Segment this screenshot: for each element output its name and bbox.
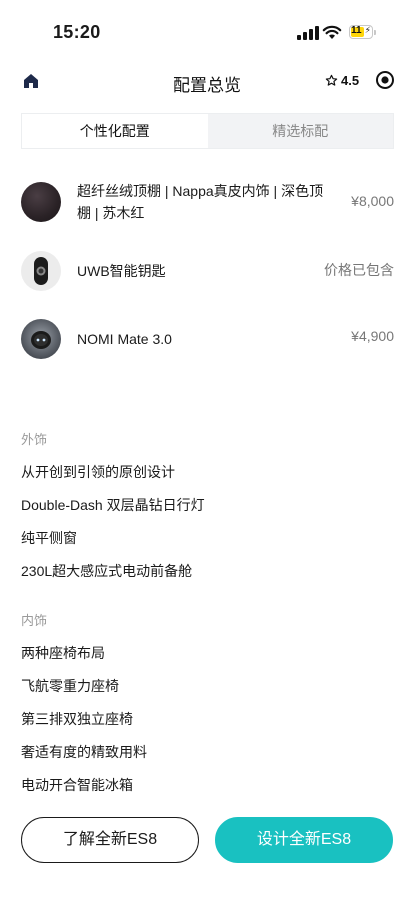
config-item-price: 价格已包含	[324, 262, 394, 278]
target-icon[interactable]	[375, 70, 395, 90]
interior-thumbnail	[21, 182, 61, 222]
section-title-interior: 内饰	[21, 613, 48, 628]
status-time: 15:20	[53, 22, 101, 42]
tab-personalized[interactable]: 个性化配置	[22, 114, 208, 148]
nomi-thumbnail	[21, 319, 61, 359]
config-item-nomi[interactable]: NOMI Mate 3.0 ¥4,900	[21, 318, 394, 360]
config-item-price: ¥8,000	[351, 193, 394, 209]
signal-icon	[297, 26, 319, 40]
rating-value: 4.5	[341, 73, 360, 88]
nav-header: 配置总览 4.5	[0, 60, 414, 104]
design-es8-button[interactable]: 设计全新ES8	[215, 817, 393, 863]
star-icon	[325, 74, 338, 86]
config-item-name: UWB智能钥匙	[77, 263, 166, 279]
status-bar: 15:20 11 ⚡	[0, 0, 414, 60]
feature-item: 电动开合智能冰箱	[21, 777, 133, 793]
feature-item: 两种座椅布局	[21, 645, 105, 661]
battery-tip	[374, 30, 376, 35]
feature-item: 奢适有度的精致用料	[21, 744, 147, 760]
tab-bar: 个性化配置 精选标配	[21, 113, 394, 149]
config-item-interior[interactable]: 超纤丝绒顶棚 | Nappa真皮内饰 | 深色顶棚 | 苏木红 ¥8,000	[21, 180, 394, 226]
feature-item: 从开创到引领的原创设计	[21, 464, 175, 480]
rating[interactable]: 4.5	[325, 73, 359, 88]
section-title-exterior: 外饰	[21, 432, 48, 447]
tab-standard[interactable]: 精选标配	[208, 114, 394, 148]
config-item-price: ¥4,900	[351, 328, 394, 344]
config-item-name: 超纤丝绒顶棚 | Nappa真皮内饰 | 深色顶棚 | 苏木红	[77, 183, 324, 221]
config-item-uwb-key[interactable]: UWB智能钥匙 价格已包含	[21, 250, 394, 292]
battery-icon: 11 ⚡	[349, 25, 373, 39]
learn-es8-button[interactable]: 了解全新ES8	[21, 817, 199, 863]
feature-item: 飞航零重力座椅	[21, 678, 119, 694]
feature-item: 纯平侧窗	[21, 530, 77, 546]
key-thumbnail	[21, 251, 61, 291]
config-item-name: NOMI Mate 3.0	[77, 331, 172, 347]
feature-item: 230L超大感应式电动前备舱	[21, 563, 193, 579]
battery-level: 11	[351, 25, 362, 36]
feature-item: 第三排双独立座椅	[21, 711, 133, 727]
wifi-icon	[322, 25, 342, 39]
feature-item: Double-Dash 双层晶钻日行灯	[21, 497, 205, 513]
